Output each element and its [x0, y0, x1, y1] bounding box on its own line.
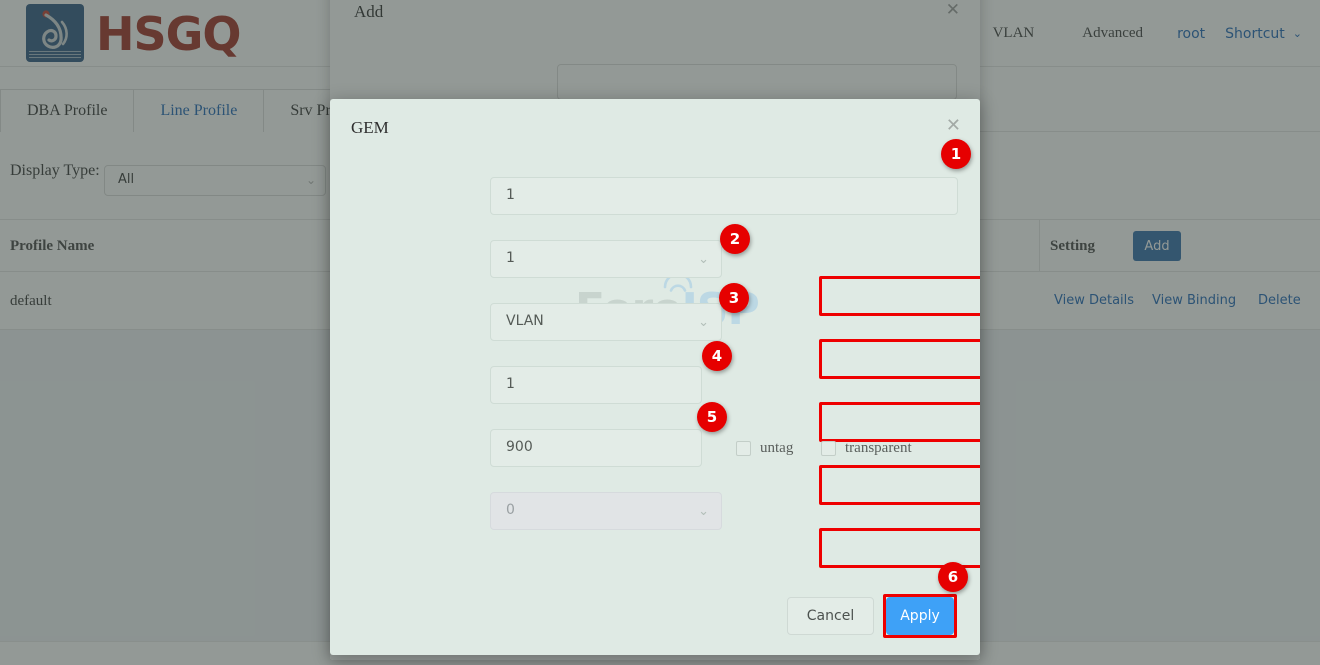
- gemport-id-value: 1: [506, 187, 515, 203]
- cancel-button[interactable]: Cancel: [787, 597, 874, 635]
- step-badge-2: 2: [720, 224, 750, 254]
- mapping-id-value: 1: [506, 376, 515, 392]
- untag-label: untag: [760, 440, 793, 457]
- step-badge-3: 3: [719, 283, 749, 313]
- tcont-id-value: 1: [506, 250, 515, 266]
- step-badge-6: 6: [938, 562, 968, 592]
- row-mode: Mode VLAN ⌄: [330, 303, 980, 343]
- step-badge-4: 4: [702, 341, 732, 371]
- mode-select[interactable]: VLAN ⌄: [490, 303, 722, 341]
- gem-dialog-title: GEM: [351, 118, 389, 138]
- close-icon[interactable]: ✕: [946, 117, 961, 135]
- tcont-id-select[interactable]: 1 ⌄: [490, 240, 722, 278]
- chevron-down-icon: ⌄: [698, 314, 709, 330]
- gemport-id-input[interactable]: 1: [490, 177, 958, 215]
- mapping-id-input[interactable]: 1: [490, 366, 702, 404]
- untag-checkbox[interactable]: [736, 441, 751, 456]
- row-mapping-id: Mapping ID 1: [330, 366, 980, 406]
- step-badge-1: 1: [941, 139, 971, 169]
- transparent-checkbox[interactable]: [821, 441, 836, 456]
- vlan-priority-value: 0: [506, 502, 515, 518]
- transparent-label: transparent: [845, 440, 912, 457]
- gem-dialog: GEM ✕ ForoISP Gemport ID 1 T-CONT ID 1 ⌄…: [330, 99, 980, 655]
- transparent-checkbox-group[interactable]: transparent: [821, 440, 912, 457]
- row-tcont-id: T-CONT ID 1 ⌄: [330, 240, 980, 280]
- chevron-down-icon: ⌄: [698, 503, 709, 519]
- apply-button[interactable]: Apply: [886, 597, 954, 635]
- vlan-priority-select: 0 ⌄: [490, 492, 722, 530]
- mode-value: VLAN: [506, 313, 544, 329]
- step-badge-5: 5: [697, 402, 727, 432]
- vlan-id-value: 900: [506, 439, 533, 455]
- vlan-id-input[interactable]: 900: [490, 429, 702, 467]
- untag-checkbox-group[interactable]: untag: [736, 440, 793, 457]
- row-vlan-id: VLAN ID 900 untag transparent: [330, 429, 980, 469]
- row-vlan-priority: VLAN Priority 0 ⌄: [330, 492, 980, 532]
- row-gemport-id: Gemport ID 1: [330, 177, 980, 217]
- chevron-down-icon: ⌄: [698, 251, 709, 267]
